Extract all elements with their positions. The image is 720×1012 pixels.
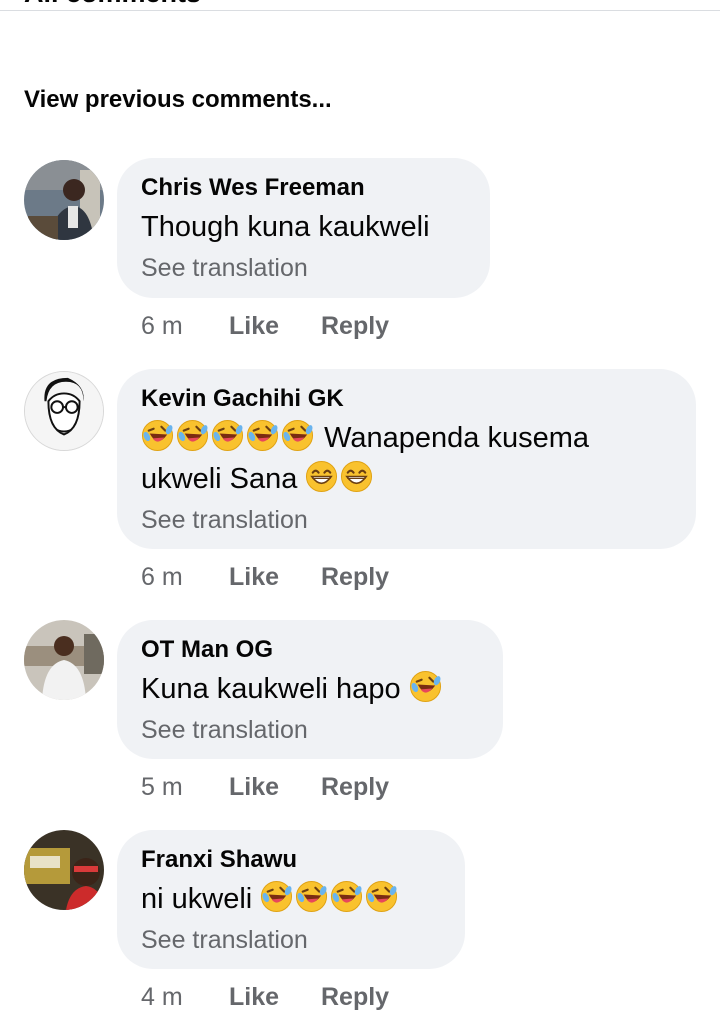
all-comments-header: All comments [24, 0, 201, 9]
comment-timestamp: 5 m [141, 773, 183, 801]
like-button[interactable]: Like [229, 983, 279, 1012]
comment-text-part: Wanapenda kusema [324, 422, 589, 454]
rolling-laughing-emoji-icon [409, 670, 442, 703]
comment-author[interactable]: Chris Wes Freeman [141, 173, 466, 203]
like-button[interactable]: Like [229, 312, 279, 341]
avatar-sketch-icon [25, 372, 103, 450]
comment-timestamp: 4 m [141, 983, 183, 1011]
comment-text: Kuna kaukweli hapo [141, 669, 479, 710]
comment-author[interactable]: Kevin Gachihi GK [141, 384, 672, 414]
comments-screen: All comments View previous comments... C… [0, 0, 720, 1012]
reply-button[interactable]: Reply [321, 312, 389, 341]
see-translation-link[interactable]: See translation [141, 924, 441, 956]
top-divider [0, 10, 720, 11]
see-translation-link[interactable]: See translation [141, 714, 479, 746]
rolling-laughing-emoji-icon [211, 419, 244, 452]
grinning-emoji-icon [340, 460, 373, 493]
comment-timestamp: 6 m [141, 563, 183, 591]
see-translation-link[interactable]: See translation [141, 252, 466, 284]
comment-bubble: Chris Wes Freeman Though kuna kaukweli S… [117, 158, 490, 298]
avatar[interactable] [24, 830, 104, 910]
comment-bubble: OT Man OG Kuna kaukweli hapo See transla… [117, 620, 503, 759]
grinning-emoji-icon [305, 460, 338, 493]
like-button[interactable]: Like [229, 563, 279, 592]
comment-author[interactable]: OT Man OG [141, 635, 479, 665]
avatar-photo-icon [24, 830, 104, 910]
comment-text: ni ukweli [141, 879, 441, 920]
reply-button[interactable]: Reply [321, 773, 389, 802]
view-previous-comments-link[interactable]: View previous comments... [24, 86, 332, 114]
rolling-laughing-emoji-icon [330, 880, 363, 913]
avatar-photo-icon [24, 160, 104, 240]
avatar[interactable] [24, 160, 104, 240]
reply-button[interactable]: Reply [321, 563, 389, 592]
comment-text-part: ni ukweli [141, 883, 253, 915]
rolling-laughing-emoji-icon [141, 419, 174, 452]
comment-bubble: Franxi Shawu ni ukweli See translation [117, 830, 465, 969]
reply-button[interactable]: Reply [321, 983, 389, 1012]
comment-author[interactable]: Franxi Shawu [141, 845, 441, 875]
rolling-laughing-emoji-icon [176, 419, 209, 452]
comment-timestamp: 6 m [141, 312, 183, 340]
avatar[interactable] [24, 371, 104, 451]
like-button[interactable]: Like [229, 773, 279, 802]
avatar-photo-icon [24, 620, 104, 700]
avatar[interactable] [24, 620, 104, 700]
see-translation-link[interactable]: See translation [141, 504, 672, 536]
comment-bubble: Kevin Gachihi GK Wanapenda kusema ukweli… [117, 369, 696, 549]
comment-text-part: Kuna kaukweli hapo [141, 673, 401, 705]
comment-text-line2: ukweli Sana [141, 463, 298, 495]
rolling-laughing-emoji-icon [281, 419, 314, 452]
rolling-laughing-emoji-icon [260, 880, 293, 913]
comment-text: Wanapenda kusema ukweli Sana [141, 418, 672, 500]
rolling-laughing-emoji-icon [295, 880, 328, 913]
rolling-laughing-emoji-icon [246, 419, 279, 452]
comment-text: Though kuna kaukweli [141, 211, 430, 243]
rolling-laughing-emoji-icon [365, 880, 398, 913]
